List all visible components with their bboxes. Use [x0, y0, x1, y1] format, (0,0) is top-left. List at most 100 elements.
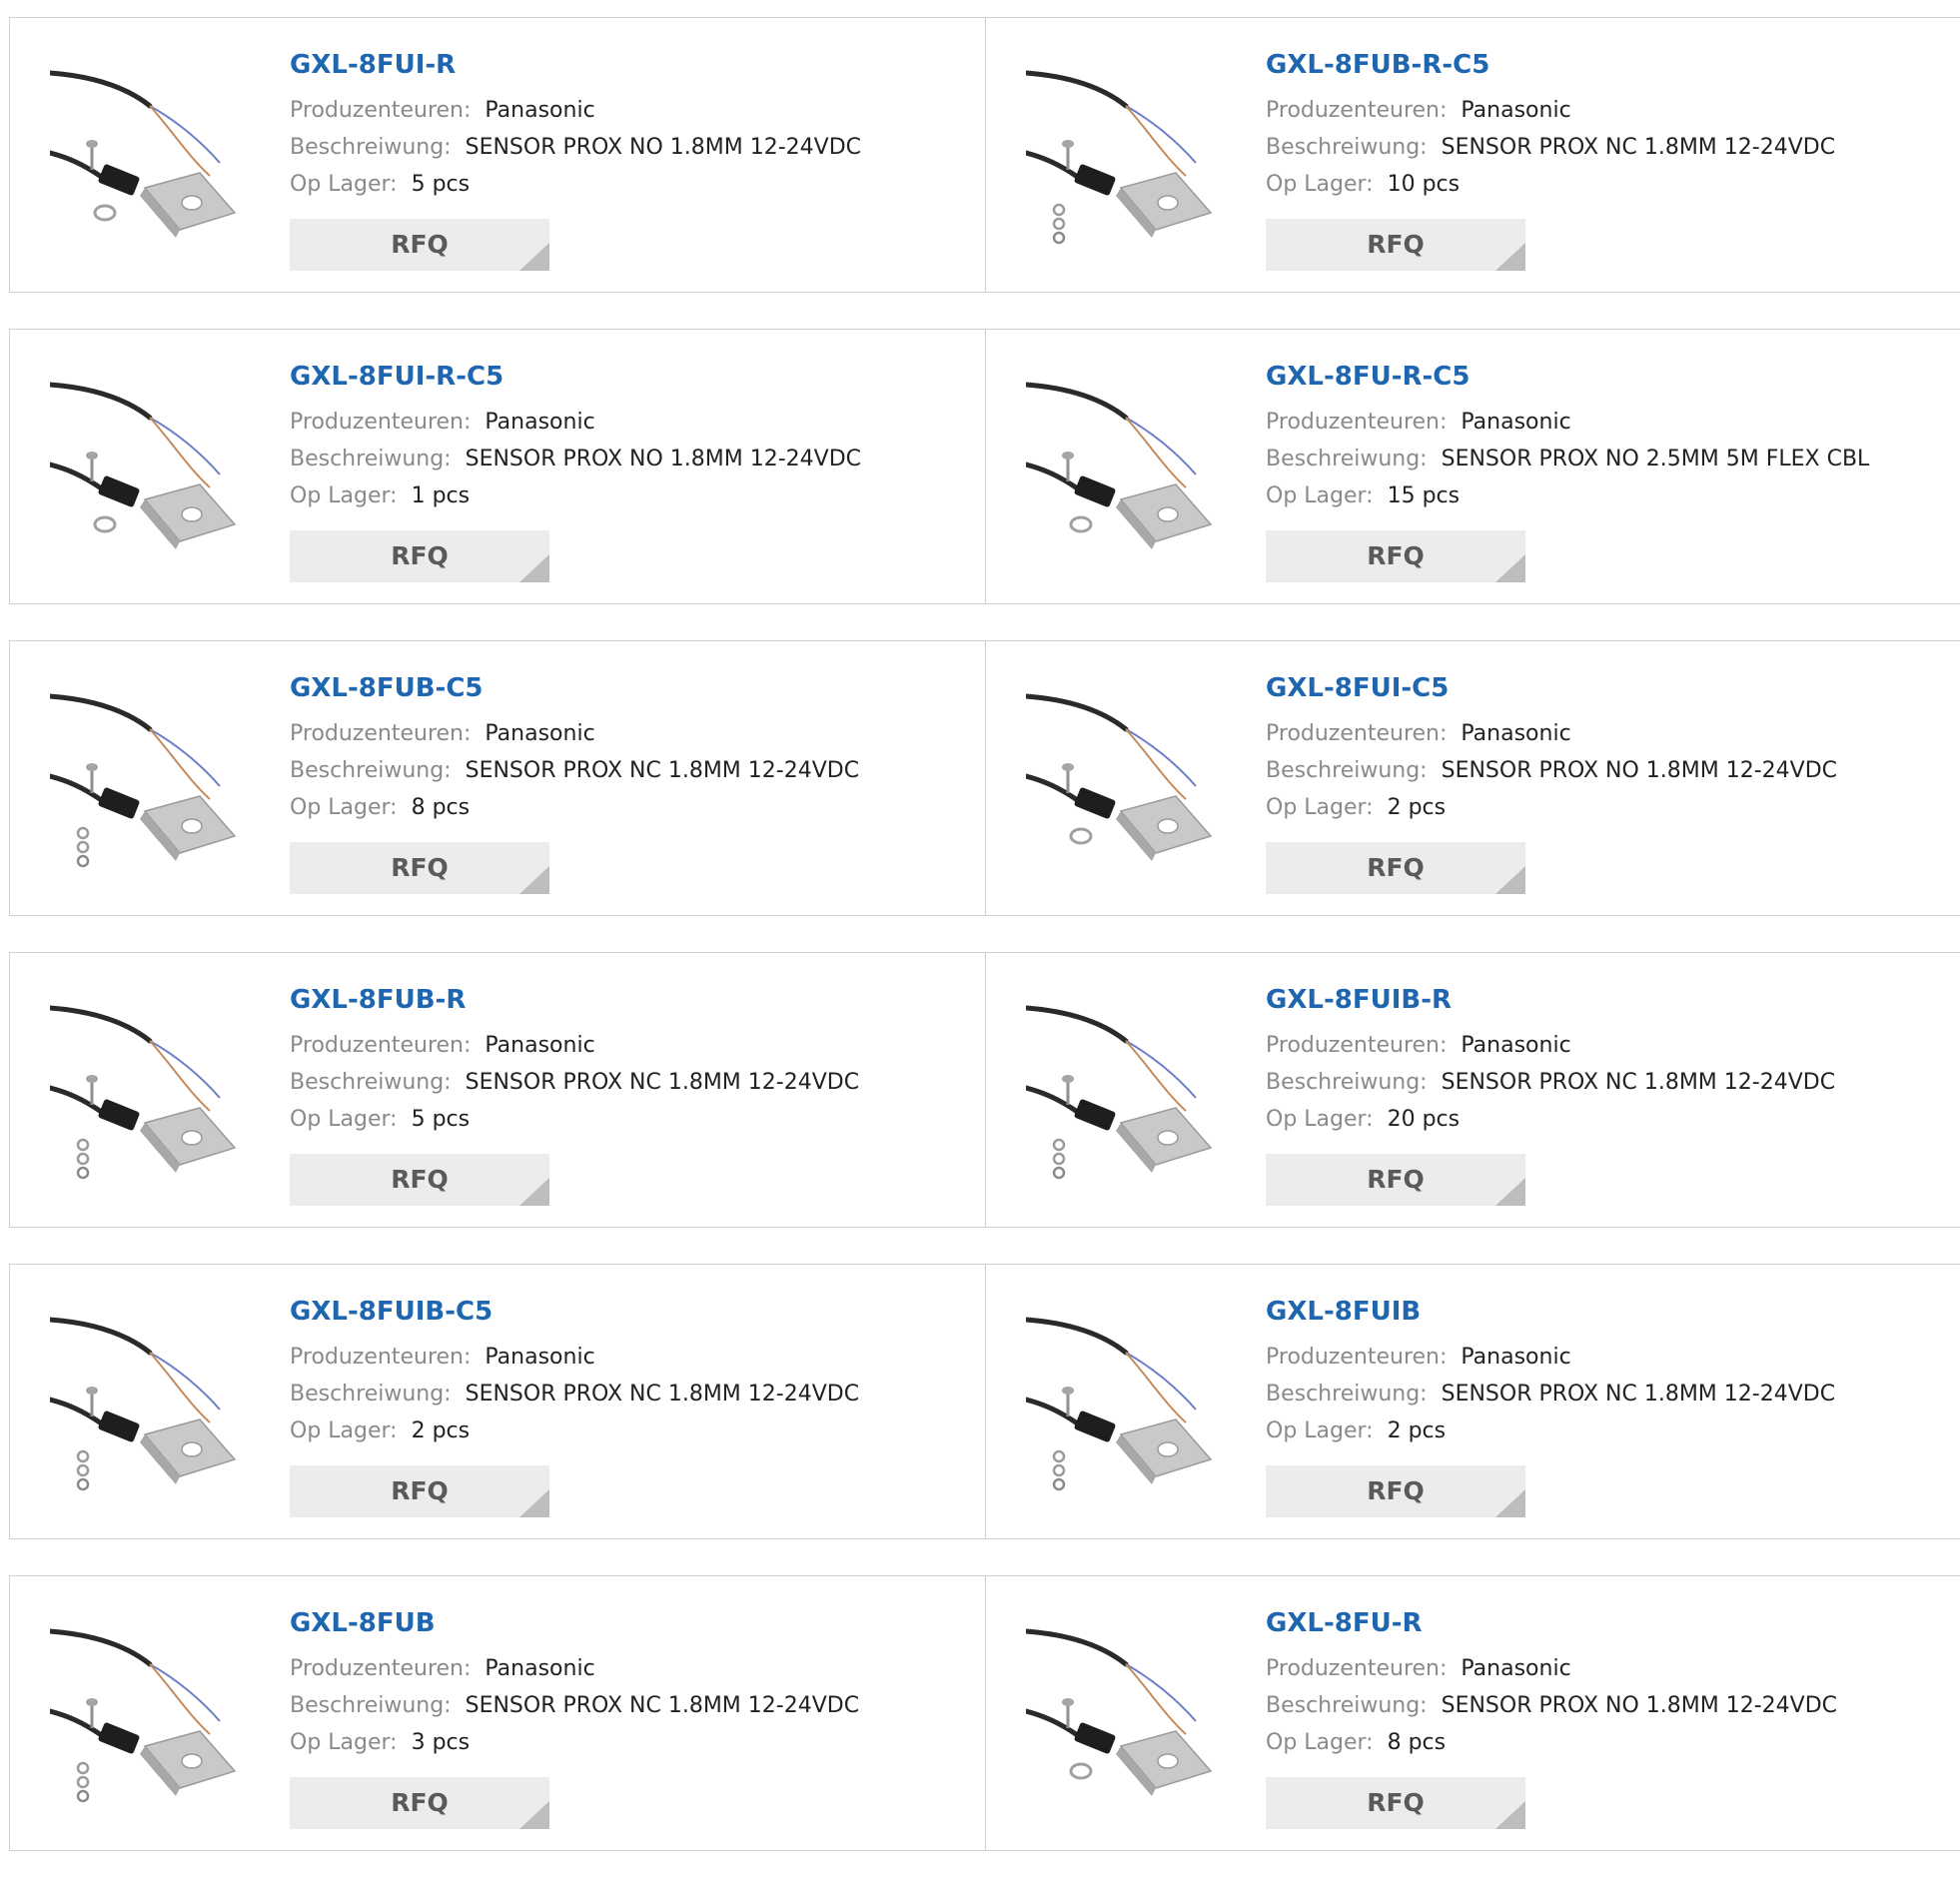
- part-number-link[interactable]: GXL-8FUB: [290, 1606, 859, 1640]
- sensor-product-image[interactable]: [1026, 681, 1226, 881]
- description-value: SENSOR PROX NC 1.8MM 12-24VDC: [465, 1382, 860, 1407]
- part-number-link[interactable]: GXL-8FU-R-C5: [1266, 360, 1869, 394]
- rfq-button-label: RFQ: [1367, 230, 1425, 259]
- stock-value: 10 pcs: [1387, 172, 1461, 197]
- description-value: SENSOR PROX NO 1.8MM 12-24VDC: [1441, 1693, 1838, 1718]
- stock-label: Op Lager:: [1266, 172, 1374, 197]
- manufacturer-value: Panasonic: [1461, 1656, 1571, 1681]
- manufacturer-value: Panasonic: [1461, 721, 1571, 746]
- sensor-product-image[interactable]: [1026, 993, 1226, 1193]
- rfq-button[interactable]: RFQ: [1266, 842, 1525, 894]
- rfq-button-label: RFQ: [391, 541, 449, 570]
- rfq-button[interactable]: RFQ: [290, 530, 549, 582]
- sensor-product-image[interactable]: [1026, 1305, 1226, 1504]
- sensor-product-image[interactable]: [50, 58, 250, 258]
- sensor-product-image[interactable]: [1026, 370, 1226, 569]
- stock-label: Op Lager:: [1266, 1418, 1374, 1443]
- rfq-button-label: RFQ: [391, 1788, 449, 1817]
- product-card: GXL-8FUB-C5 Produzenteuren: Panasonic Bes…: [9, 640, 986, 916]
- manufacturer-label: Produzenteuren:: [290, 410, 472, 435]
- sensor-product-image[interactable]: [50, 1305, 250, 1504]
- stock-label: Op Lager:: [290, 1418, 398, 1443]
- manufacturer-value: Panasonic: [485, 721, 595, 746]
- sensor-product-image[interactable]: [50, 1616, 250, 1816]
- corner-triangle-icon: [519, 1489, 549, 1517]
- stock-label: Op Lager:: [1266, 1107, 1374, 1132]
- part-number-link[interactable]: GXL-8FUB-C5: [290, 671, 859, 705]
- rfq-button[interactable]: RFQ: [290, 1777, 549, 1829]
- sensor-product-image[interactable]: [50, 993, 250, 1193]
- part-number-link[interactable]: GXL-8FUIB-R: [1266, 983, 1835, 1017]
- rfq-button[interactable]: RFQ: [1266, 1777, 1525, 1829]
- manufacturer-value: Panasonic: [485, 1345, 595, 1370]
- stock-value: 15 pcs: [1387, 483, 1461, 508]
- rfq-button-label: RFQ: [1367, 1476, 1425, 1505]
- part-number-link[interactable]: GXL-8FUI-R-C5: [290, 360, 861, 394]
- manufacturer-label: Produzenteuren:: [1266, 98, 1448, 123]
- manufacturer-value: Panasonic: [485, 98, 595, 123]
- manufacturer-label: Produzenteuren:: [290, 1656, 472, 1681]
- rfq-button-label: RFQ: [391, 1165, 449, 1194]
- stock-value: 20 pcs: [1387, 1107, 1461, 1132]
- product-row: GXL-8FUB Produzenteuren: Panasonic Beschr…: [9, 1575, 1960, 1851]
- rfq-button[interactable]: RFQ: [290, 1154, 549, 1206]
- product-card: GXL-8FUB Produzenteuren: Panasonic Beschr…: [9, 1575, 986, 1851]
- description-label: Beschreiwung:: [290, 758, 452, 783]
- sensor-product-image[interactable]: [1026, 58, 1226, 258]
- part-number-link[interactable]: GXL-8FUI-R: [290, 48, 861, 82]
- sensor-product-image[interactable]: [50, 370, 250, 569]
- rfq-button[interactable]: RFQ: [1266, 1465, 1525, 1517]
- rfq-button-label: RFQ: [1367, 853, 1425, 882]
- rfq-button-label: RFQ: [391, 853, 449, 882]
- stock-label: Op Lager:: [290, 483, 398, 508]
- description-label: Beschreiwung:: [1266, 135, 1428, 160]
- part-number-link[interactable]: GXL-8FU-R: [1266, 1606, 1837, 1640]
- part-number-link[interactable]: GXL-8FUB-R-C5: [1266, 48, 1835, 82]
- stock-label: Op Lager:: [290, 1730, 398, 1755]
- stock-label: Op Lager:: [290, 795, 398, 820]
- product-card: GXL-8FUB-R Produzenteuren: Panasonic Besc…: [9, 952, 986, 1228]
- corner-triangle-icon: [1495, 1178, 1525, 1206]
- stock-value: 8 pcs: [1387, 1730, 1447, 1755]
- description-label: Beschreiwung:: [1266, 758, 1428, 783]
- stock-label: Op Lager:: [290, 172, 398, 197]
- corner-triangle-icon: [519, 1178, 549, 1206]
- stock-value: 8 pcs: [411, 795, 471, 820]
- rfq-button[interactable]: RFQ: [290, 1465, 549, 1517]
- part-number-link[interactable]: GXL-8FUB-R: [290, 983, 859, 1017]
- description-label: Beschreiwung:: [290, 1693, 452, 1718]
- corner-triangle-icon: [1495, 1801, 1525, 1829]
- description-label: Beschreiwung:: [1266, 1382, 1428, 1407]
- part-number-link[interactable]: GXL-8FUI-C5: [1266, 671, 1837, 705]
- part-number-link[interactable]: GXL-8FUIB: [1266, 1295, 1835, 1329]
- rfq-button[interactable]: RFQ: [1266, 219, 1525, 271]
- sensor-product-image[interactable]: [1026, 1616, 1226, 1816]
- manufacturer-label: Produzenteuren:: [290, 1345, 472, 1370]
- product-card: GXL-8FUB-R-C5 Produzenteuren: Panasonic B…: [986, 17, 1960, 293]
- rfq-button-label: RFQ: [391, 230, 449, 259]
- product-row: GXL-8FUIB-C5 Produzenteuren: Panasonic Be…: [9, 1264, 1960, 1539]
- description-value: SENSOR PROX NO 1.8MM 12-24VDC: [465, 135, 862, 160]
- stock-label: Op Lager:: [1266, 483, 1374, 508]
- manufacturer-value: Panasonic: [1461, 410, 1571, 435]
- description-value: SENSOR PROX NO 1.8MM 12-24VDC: [465, 447, 862, 472]
- sensor-product-image[interactable]: [50, 681, 250, 881]
- product-card: GXL-8FUI-R-C5 Produzenteuren: Panasonic B…: [9, 329, 986, 604]
- stock-value: 2 pcs: [411, 1418, 471, 1443]
- rfq-button[interactable]: RFQ: [290, 219, 549, 271]
- product-card: GXL-8FUIB-R Produzenteuren: Panasonic Bes…: [986, 952, 1960, 1228]
- manufacturer-value: Panasonic: [1461, 1033, 1571, 1058]
- rfq-button[interactable]: RFQ: [1266, 530, 1525, 582]
- product-card: GXL-8FUIB Produzenteuren: Panasonic Besch…: [986, 1264, 1960, 1539]
- corner-triangle-icon: [519, 243, 549, 271]
- description-value: SENSOR PROX NO 1.8MM 12-24VDC: [1441, 758, 1838, 783]
- corner-triangle-icon: [1495, 243, 1525, 271]
- manufacturer-label: Produzenteuren:: [1266, 410, 1448, 435]
- product-row: GXL-8FUI-R Produzenteuren: Panasonic Besc…: [9, 17, 1960, 293]
- manufacturer-value: Panasonic: [1461, 1345, 1571, 1370]
- rfq-button[interactable]: RFQ: [1266, 1154, 1525, 1206]
- rfq-button-label: RFQ: [1367, 1165, 1425, 1194]
- product-card: GXL-8FU-R Produzenteuren: Panasonic Besch…: [986, 1575, 1960, 1851]
- rfq-button[interactable]: RFQ: [290, 842, 549, 894]
- part-number-link[interactable]: GXL-8FUIB-C5: [290, 1295, 859, 1329]
